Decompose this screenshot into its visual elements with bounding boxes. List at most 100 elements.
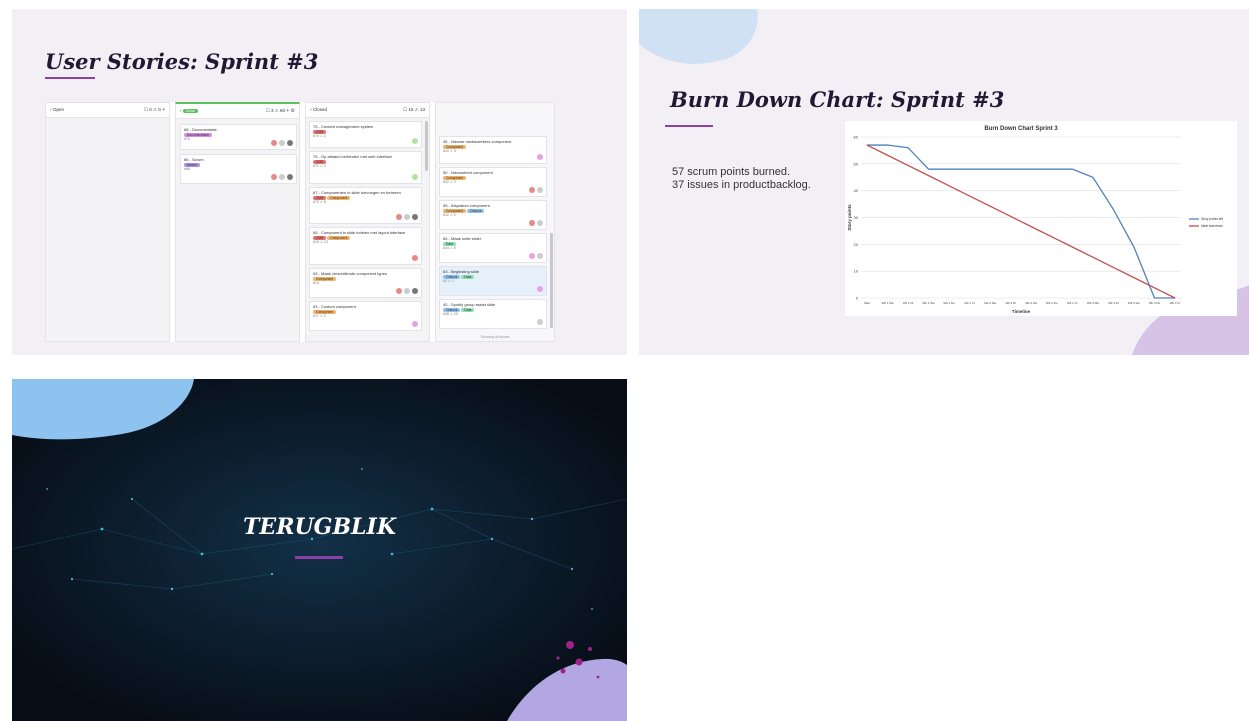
issue-card[interactable]: 75 - Content management system CMS #74 ⚠… [309, 121, 422, 148]
issue-title: 63 - Maak verschillende component types [313, 271, 387, 276]
avatar [287, 174, 293, 180]
summary-line: 57 scrum points burned. [672, 166, 791, 178]
data-point [1051, 236, 1053, 238]
chevron-icon[interactable]: › [50, 107, 52, 113]
y-tick-label: 0 [856, 296, 859, 301]
issue-card[interactable]: 63 - Maak verschillende component types … [309, 268, 422, 298]
issue-card[interactable]: 53 - Custom component Component #17 ⚠ 2 [309, 301, 422, 331]
avatar [404, 288, 410, 294]
summary-text: 57 scrum points burned. 37 issues in pro… [672, 166, 811, 192]
issue-meta: #74 ⚠ 2 [313, 134, 326, 138]
data-point [1154, 287, 1155, 289]
issue-card[interactable]: 66 - Scrum Scrum #66 [180, 154, 297, 184]
board-footer: Showing all issues [480, 335, 510, 339]
x-tick-label: Wk 1 Wo [923, 301, 935, 305]
issue-card[interactable]: 63 - Beginsting slide Outlook Data #2 ⚠ 1 [439, 266, 547, 296]
x-tick-label: Wk 1 Do [943, 301, 955, 305]
avatar [529, 220, 535, 226]
scrollbar[interactable] [550, 233, 553, 328]
add-issue-button[interactable]: + [162, 107, 165, 113]
issue-title: 50 - Nieuwsfeed component [443, 170, 493, 175]
issue-title: 67 - Componenten in slide toevoegen en b… [313, 190, 401, 195]
data-point [1133, 277, 1135, 279]
issue-card[interactable]: 75 - Op afstand verbinden met web interf… [309, 151, 422, 184]
issue-meta: #28 ⚠ 20 [443, 312, 458, 316]
avatar [396, 288, 402, 294]
avatar [537, 154, 543, 160]
x-tick-label: Wk 2 Di [1005, 301, 1016, 305]
avatar [529, 187, 535, 193]
data-point [866, 144, 868, 146]
x-tick-label: Start [864, 301, 871, 305]
data-point [1030, 226, 1032, 228]
issue-meta: #66 [184, 167, 190, 171]
data-point [989, 205, 991, 207]
issue-title: 66 - Scrum [184, 157, 204, 162]
data-point [907, 165, 909, 166]
data-point [1154, 297, 1155, 299]
gear-icon[interactable]: ⚙ [291, 108, 295, 114]
data-point [1092, 256, 1094, 258]
column-counts: ☐ 0 ⚠ 0 [143, 107, 161, 112]
chart-svg: Burn Down Chart Sprint 3 0 10 20 30 40 50 60 Sta… [847, 126, 1223, 314]
data-point [928, 175, 929, 177]
issue-card[interactable]: 50 - Nieuwsfeed component Component #22 … [439, 167, 547, 197]
avatar [537, 253, 543, 259]
chevron-icon[interactable]: › [180, 108, 182, 114]
x-tick-label: Wk 3 Ma [1087, 301, 1099, 305]
issue-card[interactable]: 45 - Nieuwe mediawerkers component Compo… [439, 136, 547, 164]
chevron-icon[interactable]: › [310, 107, 312, 113]
column-name: Done [182, 109, 199, 113]
issue-card[interactable]: 65 - Component in slide indelen met layo… [309, 227, 422, 265]
avatar [537, 319, 543, 325]
issue-card[interactable]: 55 - Afspraken component Component Outloo… [439, 200, 547, 230]
slide-user-stories: User Stories: Sprint #3 › Open ☐ 0 ⚠ 0 +… [12, 9, 627, 355]
slide-title: Burn Down Chart: Sprint #3 [670, 87, 1005, 112]
series-line [866, 144, 1176, 299]
column-counts: ☐ 15 ⚠ 13 [403, 107, 425, 112]
issue-meta: #10 ⚠ 3 [443, 149, 456, 153]
x-tick-label: Wk 1 Di [903, 301, 914, 305]
title-underline [665, 125, 713, 127]
slide-burn-down: Burn Down Chart: Sprint #3 57 scrum poin… [639, 9, 1249, 355]
scrollbar[interactable] [425, 121, 428, 171]
add-issue-button[interactable]: + [286, 108, 289, 114]
x-tick-label: Wk 2 Do [1046, 301, 1058, 305]
issue-meta: #71 ⚠ 2 [313, 164, 326, 168]
data-point [1113, 267, 1114, 268]
column-open: › Open ☐ 0 ⚠ 0 + [45, 102, 170, 342]
issue-title: 75 - Content management system [313, 124, 374, 129]
avatar [412, 255, 418, 261]
data-point [989, 168, 991, 170]
x-tick-label: Wk 3 Di [1108, 301, 1119, 305]
issue-meta: #17 ⚠ 2 [313, 314, 326, 318]
issue-card[interactable]: 68 - Documentatie Documentation #70 [180, 124, 297, 150]
issue-meta: #15 ⚠ 13 [313, 240, 328, 244]
column-name: Closed [312, 107, 327, 112]
slide-title: User Stories: Sprint #3 [45, 49, 319, 74]
avatar [537, 220, 543, 226]
issue-label: Component [327, 236, 351, 240]
issue-title: 65 - Maak ontle slider [443, 236, 482, 241]
y-tick-label: 60 [854, 135, 859, 140]
issue-label: Data [461, 308, 475, 312]
data-point [1071, 168, 1073, 170]
data-point [969, 168, 971, 170]
data-point [1010, 216, 1012, 217]
column-done: › Done ☐ 3 ⚠ 60 + ⚙ 68 - Documentatie Do… [175, 102, 300, 342]
data-point [1113, 209, 1114, 210]
issue-title: 40 - Spotify group assist slide [443, 302, 496, 307]
y-tick-label: 10 [854, 269, 859, 274]
y-tick-label: 40 [854, 188, 859, 193]
issue-title: 65 - Component in slide indelen met layo… [313, 230, 406, 235]
issue-card[interactable]: 65 - Maak ontle slider Data #24 ⚠ 5 [439, 233, 547, 263]
data-point [1051, 168, 1053, 170]
issue-label: Outlook [467, 209, 485, 213]
data-point [907, 147, 909, 149]
avatar [412, 321, 418, 327]
y-tick-label: 50 [854, 161, 859, 166]
issue-card[interactable]: 40 - Spotify group assist slide Outlook D… [439, 299, 547, 329]
issue-card[interactable]: 67 - Componenten in slide toevoegen en b… [309, 187, 422, 224]
avatar [279, 140, 285, 146]
avatar [287, 140, 293, 146]
